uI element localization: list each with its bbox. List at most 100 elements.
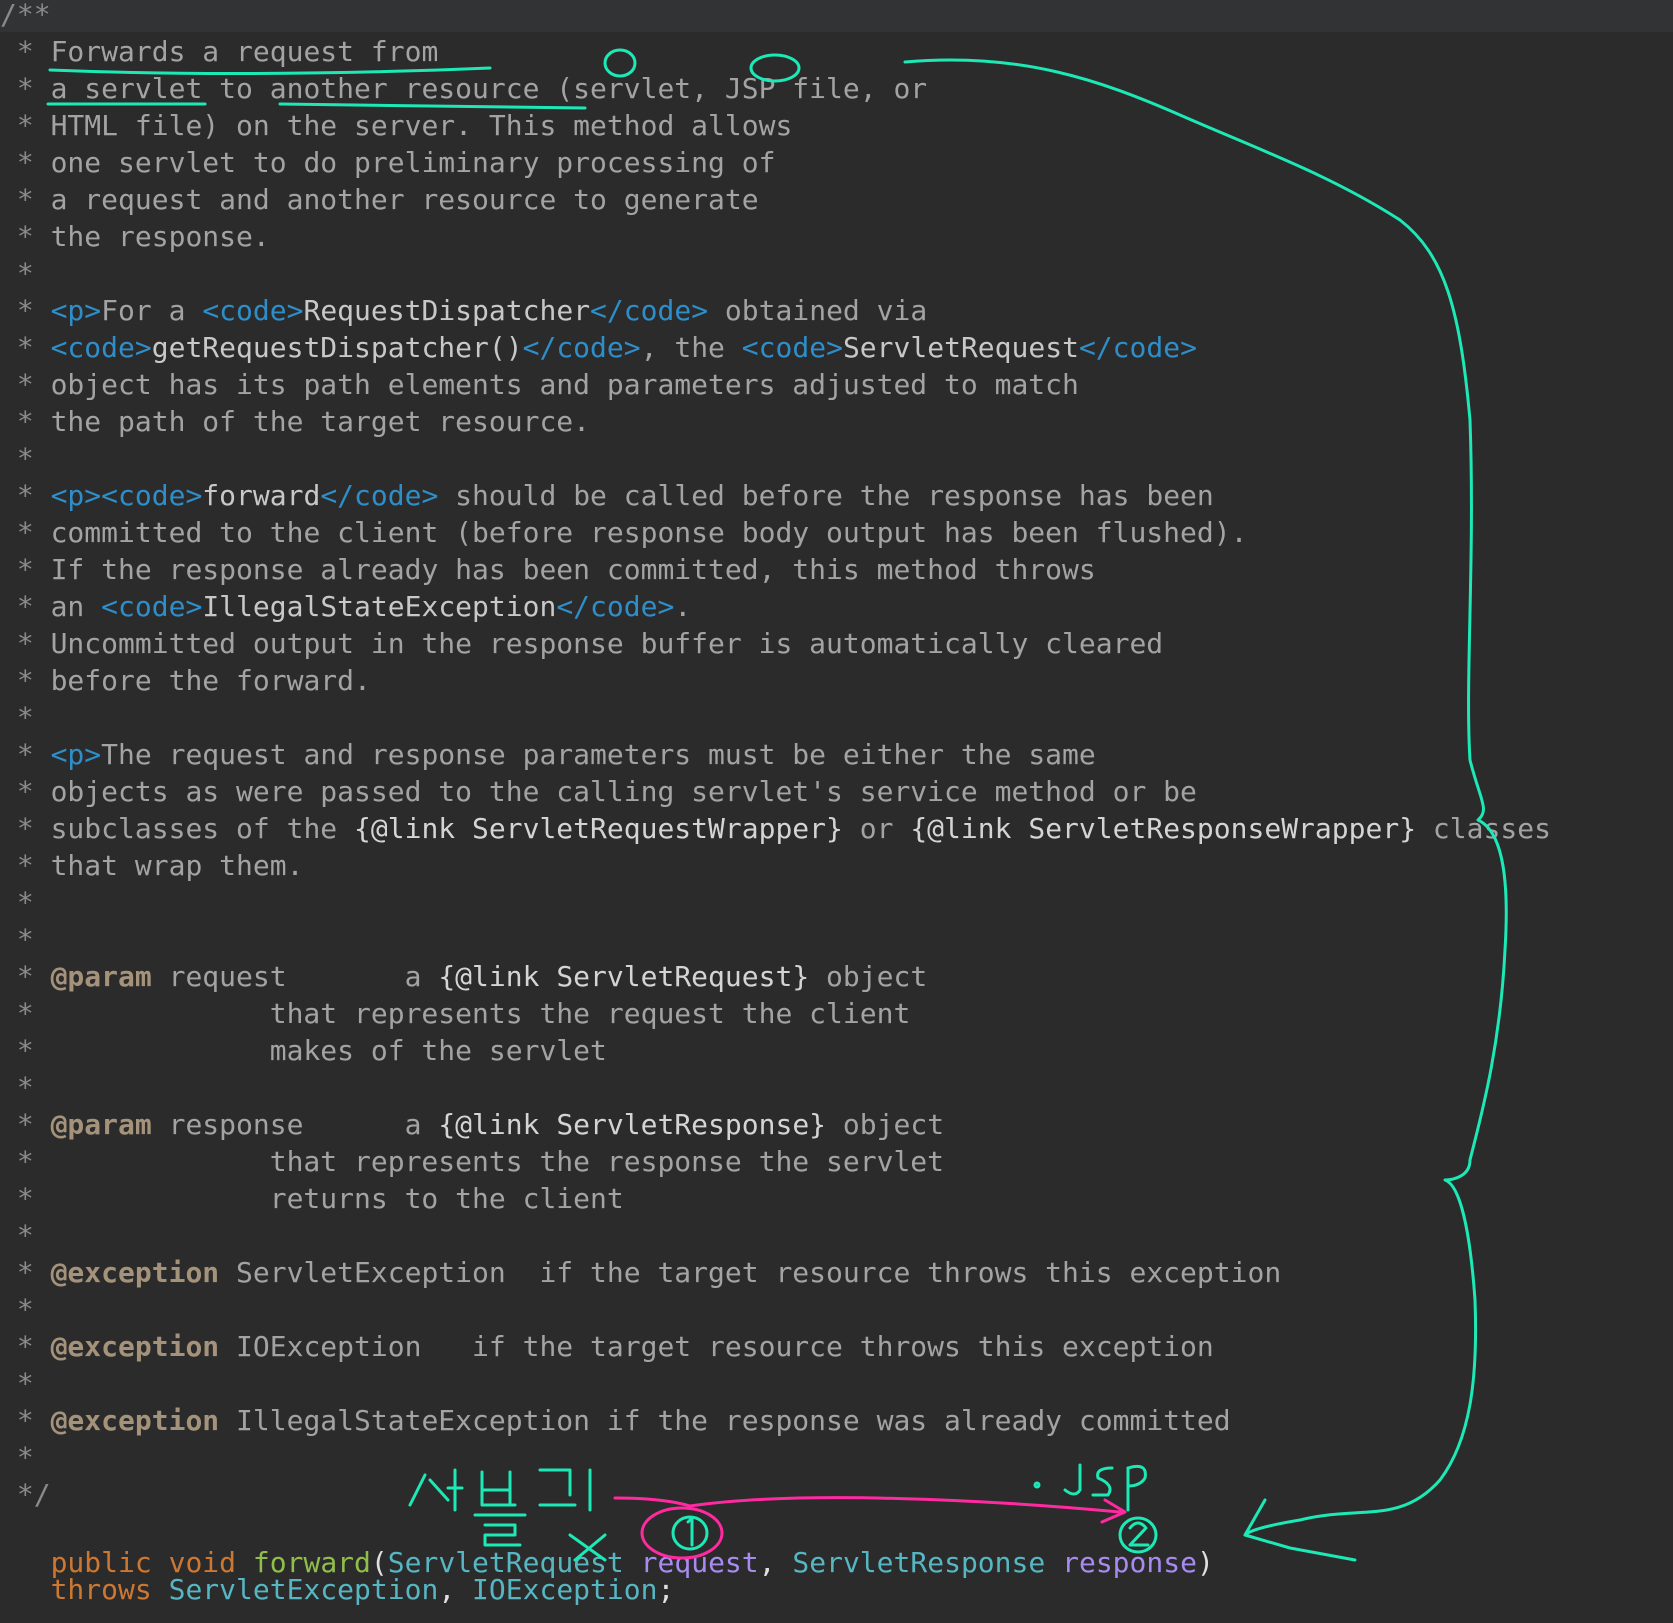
comment-token: {@link ServletResponse} — [438, 1108, 827, 1141]
code-line[interactable]: * <code>getRequestDispatcher()</code>, t… — [0, 329, 1197, 366]
code-line[interactable]: * that represents the request the client — [0, 995, 910, 1032]
comment-star: * — [0, 1330, 51, 1363]
code-token: ; — [657, 1573, 675, 1607]
comment-token: objects as were passed to the calling se… — [50, 775, 1197, 808]
comment-star: * — [0, 1293, 34, 1326]
code-line[interactable]: * a request and another resource to gene… — [0, 181, 759, 218]
code-line[interactable]: * @param response a {@link ServletRespon… — [0, 1106, 944, 1143]
comment-star: * — [0, 1256, 51, 1289]
code-line[interactable]: * object has its path elements and param… — [0, 366, 1079, 403]
code-line[interactable]: * — [0, 1217, 34, 1254]
code-line[interactable]: * <p><code>forward</code> should be call… — [0, 477, 1214, 514]
code-token: IOException — [472, 1573, 658, 1607]
comment-star: * — [0, 479, 51, 512]
comment-token: <code> — [50, 331, 152, 364]
comment-star: * — [0, 1367, 34, 1400]
comment-token: response a — [151, 1108, 439, 1141]
comment-star: * — [0, 1404, 51, 1437]
comment-token: Forwards a request from — [50, 35, 439, 68]
code-line[interactable]: * HTML file) on the server. This method … — [0, 107, 792, 144]
code-editor[interactable]: /** * Forwards a request from * a servle… — [0, 0, 1673, 1623]
comment-token: , the — [640, 331, 742, 364]
comment-star: * — [0, 1441, 34, 1474]
comment-star: * — [0, 183, 51, 216]
comment-star: * — [0, 1219, 34, 1252]
comment-token: the response. — [50, 220, 270, 253]
comment-star: * — [0, 1145, 270, 1178]
comment-star: * — [0, 257, 34, 290]
comment-star: * — [0, 442, 34, 475]
comment-star: * — [0, 405, 51, 438]
code-line[interactable]: throws ServletException, IOException; — [0, 1571, 675, 1608]
code-line[interactable]: * — [0, 921, 34, 958]
code-line[interactable]: * the response. — [0, 218, 270, 255]
comment-star: * — [0, 294, 51, 327]
code-line[interactable]: * @exception IllegalStateException if th… — [0, 1402, 1231, 1439]
code-line[interactable]: * — [0, 1291, 34, 1328]
editor-top-strip — [0, 0, 1673, 32]
comment-token: @exception — [50, 1256, 220, 1289]
code-line[interactable]: * committed to the client (before respon… — [0, 514, 1248, 551]
code-line[interactable]: * an <code>IllegalStateException</code>. — [0, 588, 691, 625]
code-line[interactable]: * Forwards a request from — [0, 33, 438, 70]
code-line[interactable]: * returns to the client — [0, 1180, 624, 1217]
comment-token: IOException if the target resource throw… — [219, 1330, 1214, 1363]
code-line[interactable]: * — [0, 1365, 34, 1402]
code-line[interactable]: * one servlet to do preliminary processi… — [0, 144, 776, 181]
code-line[interactable]: * that represents the response the servl… — [0, 1143, 944, 1180]
comment-token: If the response already has been committ… — [50, 553, 1096, 586]
code-line[interactable]: * — [0, 255, 34, 292]
comment-star: * — [0, 553, 51, 586]
comment-token: a request and another resource to genera… — [50, 183, 759, 216]
code-line[interactable]: * — [0, 884, 34, 921]
code-line[interactable]: * makes of the servlet — [0, 1032, 607, 1069]
comment-token: </code> — [590, 294, 709, 327]
comment-token: @exception — [50, 1330, 220, 1363]
comment-token: </code> — [1078, 331, 1197, 364]
comment-star: * — [0, 1071, 34, 1104]
code-line[interactable]: * If the response already has been commi… — [0, 551, 1096, 588]
comment-star: * — [0, 923, 34, 956]
code-line[interactable]: * — [0, 440, 34, 477]
comment-token: </code> — [522, 331, 641, 364]
comment-token: <p><code> — [50, 479, 203, 512]
code-line[interactable]: * <p>The request and response parameters… — [0, 736, 1096, 773]
comment-star: * — [0, 1108, 51, 1141]
comment-star: * — [0, 849, 51, 882]
comment-token: {@link ServletRequestWrapper} — [354, 812, 843, 845]
comment-star: * — [0, 35, 51, 68]
code-line[interactable]: * subclasses of the {@link ServletReques… — [0, 810, 1551, 847]
code-line[interactable]: /** — [0, 0, 51, 33]
code-line[interactable]: * — [0, 699, 34, 736]
comment-star: * — [0, 109, 51, 142]
comment-token: returns to the client — [269, 1182, 624, 1215]
code-line[interactable]: * @param request a {@link ServletRequest… — [0, 958, 927, 995]
comment-token: Uncommitted output in the response buffe… — [50, 627, 1164, 660]
comment-star: * — [0, 886, 34, 919]
code-line[interactable]: * that wrap them. — [0, 847, 304, 884]
comment-star: * — [0, 812, 51, 845]
code-line[interactable]: * the path of the target resource. — [0, 403, 590, 440]
code-line[interactable]: * before the forward. — [0, 662, 371, 699]
comment-star: * — [0, 331, 51, 364]
code-line[interactable]: * @exception IOException if the target r… — [0, 1328, 1214, 1365]
comment-token: makes of the servlet — [269, 1034, 607, 1067]
code-line[interactable]: * <p>For a <code>RequestDispatcher</code… — [0, 292, 927, 329]
code-line[interactable]: * — [0, 1069, 34, 1106]
code-line[interactable]: * @exception ServletException if the tar… — [0, 1254, 1281, 1291]
code-line[interactable]: */ — [0, 1476, 51, 1513]
comment-star: * — [0, 997, 270, 1030]
comment-token: {@link ServletResponseWrapper} — [910, 812, 1417, 845]
code-line[interactable]: * — [0, 1439, 34, 1476]
code-line[interactable]: * objects as were passed to the calling … — [0, 773, 1197, 810]
comment-token: IllegalStateException if the response wa… — [219, 1404, 1231, 1437]
comment-token: subclasses of the — [50, 812, 355, 845]
comment-star: * — [0, 1034, 270, 1067]
code-line[interactable]: * a servlet to another resource (servlet… — [0, 70, 927, 107]
comment-token: that represents the response the servlet — [269, 1145, 945, 1178]
code-token: response — [1062, 1546, 1197, 1580]
code-line[interactable]: * Uncommitted output in the response buf… — [0, 625, 1163, 662]
comment-token: should be called before the response has… — [438, 479, 1214, 512]
